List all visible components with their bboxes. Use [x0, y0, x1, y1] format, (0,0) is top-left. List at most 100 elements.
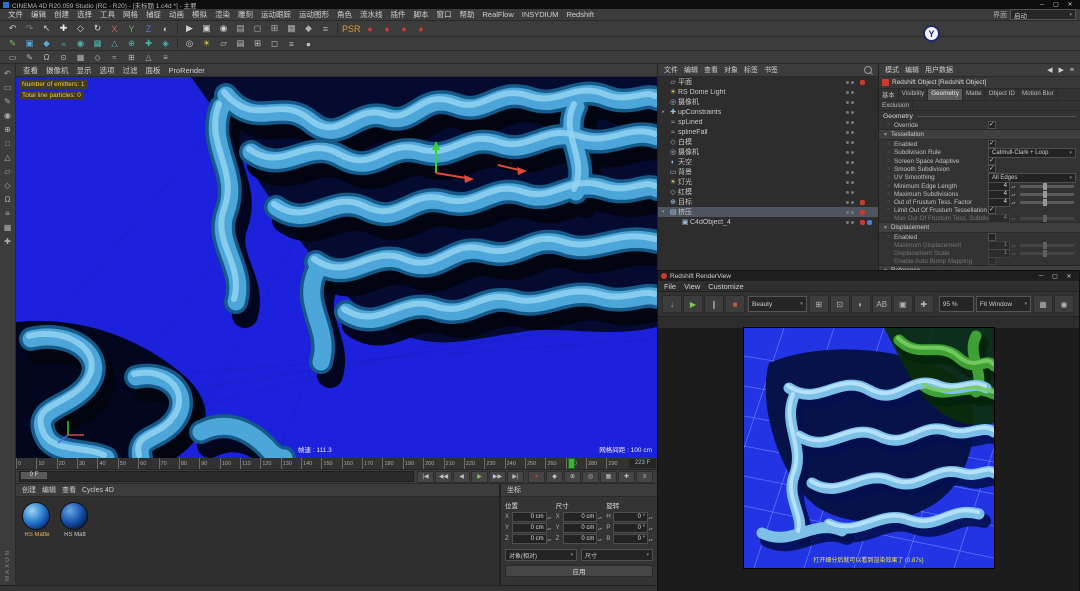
- coord-field[interactable]: Y0 cm▴▾: [505, 523, 552, 533]
- toolbar-icon[interactable]: ≈: [55, 37, 72, 50]
- viewport-menu-item[interactable]: 过滤: [119, 65, 142, 76]
- ruler-tick[interactable]: 240: [505, 458, 525, 469]
- toolbar-icon[interactable]: ⊞: [266, 21, 283, 36]
- uv-smoothing-row[interactable]: UV Smoothing All Edges▾: [879, 173, 1080, 182]
- object-tag-icon[interactable]: [860, 80, 878, 85]
- toolbar-icon[interactable]: ≡: [157, 51, 174, 63]
- object-name[interactable]: 天空: [678, 157, 846, 167]
- enabled-checkbox[interactable]: [988, 140, 996, 148]
- ruler-tick[interactable]: 290: [606, 458, 626, 469]
- ruler-tick[interactable]: 0: [16, 458, 36, 469]
- key-button[interactable]: ◆: [546, 471, 563, 483]
- limit-oof-row[interactable]: Limit Out Of Frustum Tessellation: [879, 206, 1080, 214]
- rv-toolbar-icon[interactable]: ▶: [683, 295, 703, 313]
- attr-menu-item[interactable]: 用户数据: [922, 65, 956, 75]
- ruler-tick[interactable]: 50: [118, 458, 138, 469]
- menu-item[interactable]: 渲染: [211, 9, 234, 20]
- attribute-tab[interactable]: Exclusion: [879, 101, 913, 110]
- toolbar-icon[interactable]: ⊙: [55, 51, 72, 63]
- object-row[interactable]: ⊕ 目标: [658, 197, 878, 207]
- object-tag-icon[interactable]: [860, 100, 878, 105]
- om-menu-item[interactable]: 书签: [761, 65, 781, 75]
- coord-mode-select[interactable]: 对象(相对)▾: [505, 549, 577, 561]
- object-name[interactable]: 灯光: [678, 177, 846, 187]
- visibility-dots[interactable]: [846, 101, 860, 104]
- smooth-checkbox[interactable]: [988, 165, 996, 173]
- object-tag-icon[interactable]: [860, 190, 878, 195]
- toolbar-icon[interactable]: ▣: [198, 21, 215, 36]
- ruler-tick[interactable]: 40: [97, 458, 117, 469]
- maximize-button[interactable]: ▢: [1049, 1, 1063, 8]
- rv-maximize-button[interactable]: ▢: [1048, 273, 1062, 280]
- toolbar-icon[interactable]: ≡: [317, 21, 334, 36]
- toolbar-icon[interactable]: X: [106, 21, 123, 36]
- menu-item[interactable]: 创建: [50, 9, 73, 20]
- minimize-button[interactable]: ─: [1035, 2, 1049, 8]
- object-tag-icon[interactable]: [860, 120, 878, 125]
- ruler-tick[interactable]: 230: [484, 458, 504, 469]
- coord-size-select[interactable]: 尺寸▾: [581, 549, 653, 561]
- rv-toolbar-icon[interactable]: ◐: [851, 295, 871, 313]
- object-name[interactable]: 平面: [678, 77, 846, 87]
- menu-item[interactable]: 窗口: [433, 9, 456, 20]
- toolbar-icon[interactable]: △: [140, 51, 157, 63]
- mode-icon[interactable]: ▭: [0, 80, 16, 94]
- fit-select[interactable]: Fit Window▾: [976, 296, 1031, 312]
- object-name[interactable]: spLined: [678, 119, 846, 126]
- material-preview[interactable]: [60, 502, 88, 530]
- toolbar-icon[interactable]: ◈: [157, 37, 174, 50]
- coord-field[interactable]: H0 °▴▾: [606, 512, 653, 522]
- toolbar-icon[interactable]: ▱: [215, 37, 232, 50]
- rv-toolbar-icon[interactable]: ⊞: [809, 295, 829, 313]
- om-menu-item[interactable]: 标签: [741, 65, 761, 75]
- ruler-tick[interactable]: 90: [199, 458, 219, 469]
- mode-icon[interactable]: ✎: [0, 94, 16, 108]
- object-row[interactable]: ▤ 挤压: [658, 207, 878, 217]
- rv-toolbar-icon[interactable]: ■: [725, 295, 745, 313]
- menu-item[interactable]: 帮助: [456, 9, 479, 20]
- coord-field[interactable]: Z0 cm▴▾: [556, 534, 603, 544]
- ruler-tick[interactable]: 70: [159, 458, 179, 469]
- toolbar-icon[interactable]: ↻: [89, 21, 106, 36]
- timeline-range-slider[interactable]: 0 F: [19, 471, 414, 482]
- y-badge-icon[interactable]: Y: [923, 25, 940, 42]
- object-name[interactable]: upConstraints: [678, 109, 846, 116]
- coordinates-tab[interactable]: 坐标: [504, 485, 524, 495]
- material-preview[interactable]: [22, 502, 50, 530]
- toolbar-icon[interactable]: ◻: [249, 21, 266, 36]
- mode-icon[interactable]: □: [0, 136, 16, 150]
- ruler-tick[interactable]: 10: [36, 458, 56, 469]
- object-name[interactable]: RS Dome Light: [678, 89, 846, 96]
- key-button[interactable]: ◎: [582, 471, 599, 483]
- rv-toolbar-icon[interactable]: ↓: [662, 295, 682, 313]
- toolbar-icon[interactable]: ●: [379, 21, 396, 36]
- transport-button[interactable]: ▶▶: [489, 471, 506, 483]
- layout-select[interactable]: 启动▾: [1010, 9, 1076, 20]
- displacement-header[interactable]: ▼Displacement: [879, 222, 1080, 233]
- viewport-menu-item[interactable]: 显示: [73, 65, 96, 76]
- apply-button[interactable]: 应用: [505, 565, 653, 577]
- rv-toolbar-icon[interactable]: ▣: [893, 295, 913, 313]
- coord-field[interactable]: B0 °▴▾: [606, 534, 653, 544]
- object-row[interactable]: ◐ 天空: [658, 157, 878, 167]
- object-name[interactable]: 摄像机: [678, 97, 846, 107]
- toolbar-icon[interactable]: ◉: [215, 21, 232, 36]
- coord-field[interactable]: Y0 cm▴▾: [556, 523, 603, 533]
- object-row[interactable]: ▣ C4dObject_4: [658, 217, 878, 227]
- toolbar-icon[interactable]: ✎: [4, 37, 21, 50]
- om-menu-item[interactable]: 查看: [701, 65, 721, 75]
- override-row[interactable]: Override: [879, 121, 1080, 129]
- toolbar-icon[interactable]: ⊞: [249, 37, 266, 50]
- oof-factor-slider[interactable]: [1020, 201, 1074, 204]
- oof-factor-row[interactable]: Out of Frustum Tess. Factor 4▴▾: [879, 198, 1080, 206]
- timeline-scrubber[interactable]: [568, 458, 575, 469]
- ruler-tick[interactable]: 160: [342, 458, 362, 469]
- attr-menu-item[interactable]: 模式: [882, 65, 902, 75]
- toolbar-icon[interactable]: ✎: [21, 51, 38, 63]
- toolbar-icon[interactable]: ⊕: [123, 37, 140, 50]
- toolbar-icon[interactable]: △: [106, 37, 123, 50]
- om-menu-item[interactable]: 编辑: [681, 65, 701, 75]
- object-row[interactable]: ◎ 摄像机: [658, 97, 878, 107]
- toolbar-icon[interactable]: ◇: [89, 51, 106, 63]
- rv-toolbar-icon[interactable]: ◉: [1054, 295, 1074, 313]
